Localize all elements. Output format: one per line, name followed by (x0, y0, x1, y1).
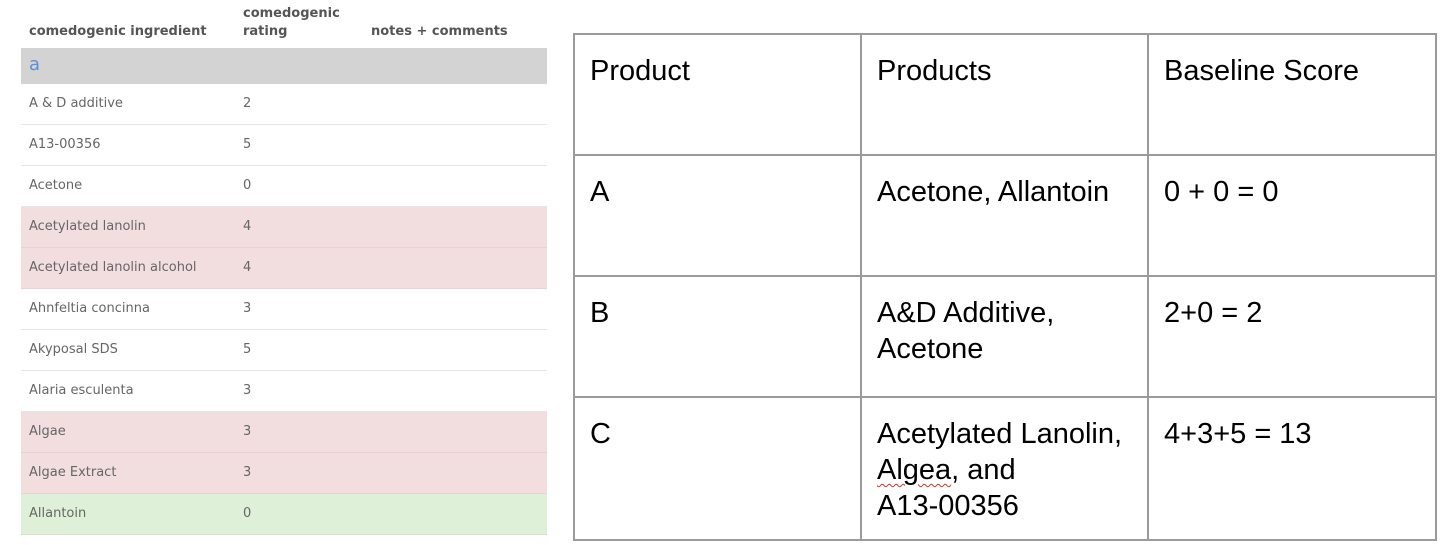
ingredient-rating: 3 (243, 301, 252, 316)
ingredient-name: Allantoin (29, 506, 87, 521)
score-cell: 2+0 = 2 (1147, 275, 1437, 398)
table-row: A Acetone, Allantoin 0 + 0 = 0 (573, 154, 1437, 277)
ingredient-rating: 3 (243, 383, 252, 398)
ingredient-rating: 0 (243, 178, 252, 193)
table-row: C Acetylated Lanolin, Algea, and A13-00356… (573, 396, 1437, 541)
ingredient-list-header: comedogenic ingredient comedogenic ratin… (21, 0, 547, 48)
ingredient-name: Ahnfeltia concinna (29, 301, 150, 316)
ingredient-rating: 3 (243, 424, 252, 439)
ingredient-rating: 5 (243, 342, 252, 357)
section-header-a: a (21, 48, 547, 84)
header-ingredient: comedogenic ingredient (29, 24, 207, 39)
ingredient-name: Algae Extract (29, 465, 117, 480)
baseline-score-table: Product Products Baseline Score A Aceton… (573, 33, 1437, 541)
product-cell: B (573, 275, 862, 398)
products-line: Acetylated Lanolin, (877, 418, 1123, 450)
header-product: Product (573, 33, 862, 156)
table-header-row: Product Products Baseline Score (573, 33, 1437, 156)
header-rating: comedogenic rating (243, 6, 340, 39)
table-row: Acetylated lanolin 4 (21, 207, 547, 248)
ingredient-rating: 5 (243, 137, 252, 152)
ingredient-name: Algae (29, 424, 66, 439)
spellcheck-word: Algea (877, 454, 952, 486)
ingredient-rating: 4 (243, 260, 252, 275)
ingredient-rating: 4 (243, 219, 252, 234)
products-cell: Acetone, Allantoin (860, 154, 1149, 277)
table-row: A13-00356 5 (21, 125, 547, 166)
ingredient-name: A & D additive (29, 96, 123, 111)
table-row: Algae 3 (21, 412, 547, 453)
ingredient-name: Acetone (29, 178, 83, 193)
products-line: A13-00356 (877, 490, 1019, 522)
header-notes: notes + comments (371, 24, 508, 39)
products-line: , and (951, 454, 1016, 486)
section-letter: a (29, 54, 41, 75)
table-row: B A&D Additive, Acetone 2+0 = 2 (573, 275, 1437, 398)
product-cell: A (573, 154, 862, 277)
table-row: Alaria esculenta 3 (21, 371, 547, 412)
ingredient-name: Alaria esculenta (29, 383, 134, 398)
score-cell: 0 + 0 = 0 (1147, 154, 1437, 277)
ingredient-name: Akyposal SDS (29, 342, 118, 357)
score-cell: 4+3+5 = 13 (1147, 396, 1437, 541)
ingredient-rating: 3 (243, 465, 252, 480)
header-baseline-score: Baseline Score (1147, 33, 1437, 156)
table-row: A & D additive 2 (21, 84, 547, 125)
ingredient-rating: 2 (243, 96, 252, 111)
table-row: Acetone 0 (21, 166, 547, 207)
products-cell: A&D Additive, Acetone (860, 275, 1149, 398)
table-row: Akyposal SDS 5 (21, 330, 547, 371)
table-row: Ahnfeltia concinna 3 (21, 289, 547, 330)
products-cell: Acetylated Lanolin, Algea, and A13-00356 (860, 396, 1149, 541)
header-products: Products (860, 33, 1149, 156)
table-row: Acetylated lanolin alcohol 4 (21, 248, 547, 289)
products-line: Acetone (877, 333, 984, 365)
table-row: Allantoin 0 (21, 494, 547, 535)
product-cell: C (573, 396, 862, 541)
ingredient-name: A13-00356 (29, 137, 101, 152)
ingredient-list: comedogenic ingredient comedogenic ratin… (21, 0, 547, 535)
ingredient-name: Acetylated lanolin alcohol (29, 260, 197, 275)
ingredient-rating: 0 (243, 506, 252, 521)
products-line: A&D Additive, (877, 297, 1055, 329)
table-row: Algae Extract 3 (21, 453, 547, 494)
ingredient-name: Acetylated lanolin (29, 219, 146, 234)
